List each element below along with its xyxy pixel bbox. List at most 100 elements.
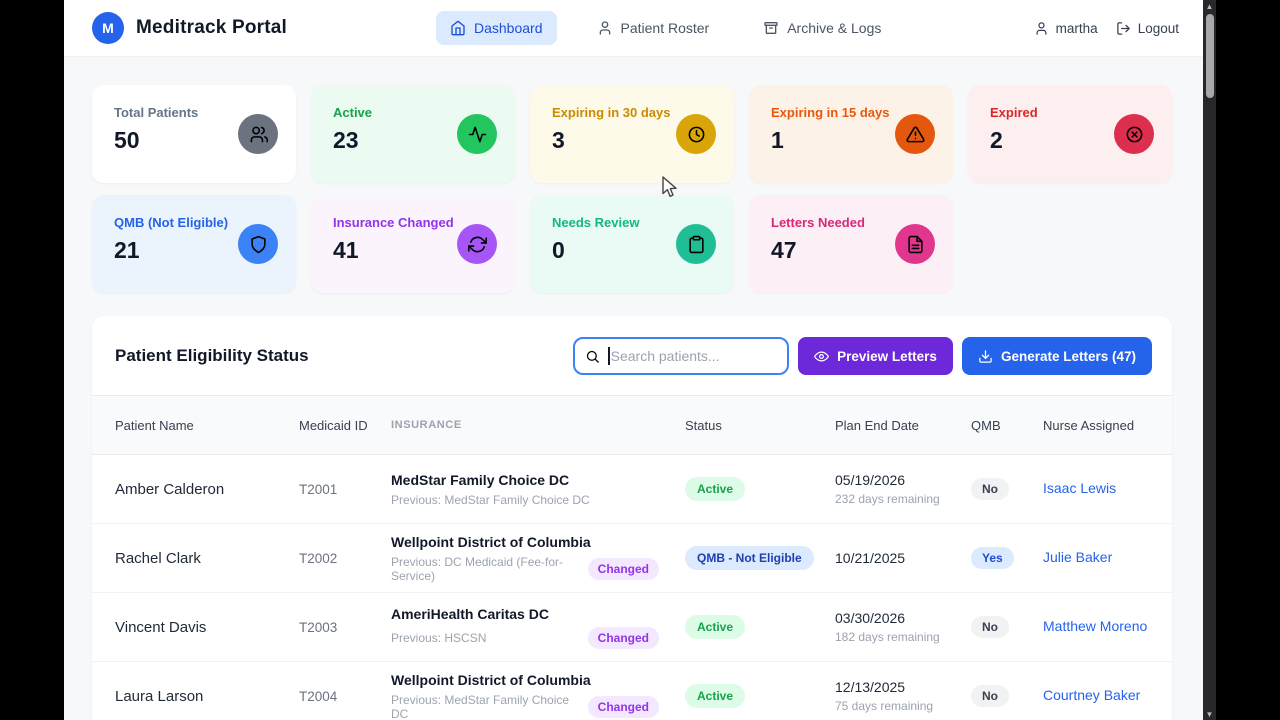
qmb-pill: No <box>971 478 1009 500</box>
nurse-link[interactable]: Isaac Lewis <box>1043 480 1116 496</box>
changed-badge: Changed <box>587 557 659 580</box>
stat-icon <box>906 125 925 144</box>
col-patient-name: Patient Name <box>115 417 194 433</box>
qmb-cell: No <box>971 616 1043 638</box>
stat-card: Letters Needed 47 <box>749 195 953 293</box>
preview-letters-button[interactable]: Preview Letters <box>798 337 953 375</box>
stat-icon <box>249 125 268 144</box>
search-input[interactable] <box>610 348 780 364</box>
scrollbar-down-arrow[interactable]: ▼ <box>1203 708 1216 720</box>
status-badge: Active <box>685 477 746 501</box>
search-box[interactable] <box>573 337 790 375</box>
status-badge: Active <box>685 615 746 639</box>
generate-letters-button[interactable]: Generate Letters (47) <box>961 337 1152 375</box>
app-window: M Meditrack Portal Dashboard Patient Ros… <box>64 0 1203 720</box>
stat-icon <box>468 235 487 254</box>
col-insurance: INSURANCE <box>391 419 462 431</box>
table-row[interactable]: Rachel Clark T2002 Wellpoint District of… <box>92 524 1172 593</box>
nurse-link[interactable]: Matthew Moreno <box>1043 618 1147 634</box>
scrollbar-up-arrow[interactable]: ▲ <box>1203 0 1216 12</box>
nav-item[interactable]: Dashboard <box>436 11 557 45</box>
scrollbar-thumb[interactable] <box>1205 14 1214 98</box>
col-status: Status <box>685 417 722 433</box>
eye-icon <box>814 349 829 364</box>
table-row[interactable]: Amber Calderon T2001 MedStar Family Choi… <box>92 455 1172 524</box>
status-cell: Active <box>685 684 835 708</box>
medicaid-id: T2003 <box>299 619 338 635</box>
medicaid-id: T2002 <box>299 550 338 566</box>
stat-icon-circle <box>238 224 278 264</box>
search-icon <box>585 349 600 364</box>
qmb-pill: Yes <box>971 547 1014 569</box>
patient-name: Amber Calderon <box>115 480 225 498</box>
plan-end-date-cell: 10/21/2025 <box>835 550 971 566</box>
stat-card: Needs Review 0 <box>530 195 734 293</box>
medicaid-id: T2001 <box>299 481 338 497</box>
qmb-cell: No <box>971 478 1043 500</box>
stat-icon-circle <box>457 224 497 264</box>
app-title: Meditrack Portal <box>136 17 288 38</box>
nurse-link[interactable]: Courtney Baker <box>1043 687 1140 703</box>
text-caret <box>608 347 610 365</box>
stat-icon-circle <box>457 114 497 154</box>
col-qmb: QMB <box>971 417 1001 433</box>
qmb-pill: No <box>971 616 1009 638</box>
stat-icon <box>249 235 268 254</box>
plan-end-date: 10/21/2025 <box>835 550 906 566</box>
stat-icon-circle <box>895 114 935 154</box>
stat-card: Expiring in 30 days 3 <box>530 85 734 183</box>
nav-item[interactable]: Archive & Logs <box>749 11 895 45</box>
plan-end-date-cell: 03/30/2026 182 days remaining <box>835 610 971 644</box>
stat-icon <box>687 235 706 254</box>
stat-icon-circle <box>1114 114 1154 154</box>
nurse-link[interactable]: Julie Baker <box>1043 549 1112 565</box>
stat-card: Expired 2 <box>968 85 1172 183</box>
changed-badge: Changed <box>587 695 659 718</box>
insurance-sub: Previous: MedStar Family Choice DC <box>391 493 659 507</box>
plan-end-date: 05/19/2026 <box>835 472 906 488</box>
logout-label: Logout <box>1137 20 1179 36</box>
plan-end-date: 03/30/2026 <box>835 610 906 626</box>
generate-letters-label: Generate Letters (47) <box>1000 348 1136 364</box>
patient-name: Rachel Clark <box>115 549 201 567</box>
table-row[interactable]: Laura Larson T2004 Wellpoint District of… <box>92 662 1172 720</box>
table-row[interactable]: Vincent Davis T2003 AmeriHealth Caritas … <box>92 593 1172 662</box>
insurance-cell: AmeriHealth Caritas DC Previous: HSCSN C… <box>391 606 685 649</box>
insurance-name: AmeriHealth Caritas DC <box>391 605 549 622</box>
nav-item-label: Archive & Logs <box>787 20 882 36</box>
stat-icon-circle <box>676 114 716 154</box>
stats-row-2: QMB (Not Eligible) 21 Insurance Changed … <box>92 195 1172 293</box>
nav-item[interactable]: Patient Roster <box>583 11 724 45</box>
section-header: Patient Eligibility Status Preview Lette… <box>92 316 1172 395</box>
status-cell: Active <box>685 477 835 501</box>
col-nurse-assigned: Nurse Assigned <box>1043 417 1135 433</box>
stat-card: Active 23 <box>311 85 515 183</box>
nav-icon <box>763 20 779 36</box>
changed-badge: Changed <box>587 626 659 649</box>
days-remaining: 75 days remaining <box>835 699 934 713</box>
user-menu[interactable]: martha <box>1034 21 1098 36</box>
previous-insurance: Previous: DC Medicaid (Fee-for-Service) <box>391 554 564 583</box>
main-content: Total Patients 50 Active 23 Expiring in … <box>64 57 1203 720</box>
stat-card: Insurance Changed 41 <box>311 195 515 293</box>
stat-icon-circle <box>676 224 716 264</box>
logout-button[interactable]: Logout <box>1116 21 1179 36</box>
nav-icon <box>597 20 613 36</box>
insurance-name: Wellpoint District of Columbia <box>391 671 591 688</box>
insurance-name: MedStar Family Choice DC <box>391 471 570 488</box>
vertical-scrollbar[interactable]: ▲ ▼ <box>1203 0 1216 720</box>
stat-icon <box>468 125 487 144</box>
col-plan-end-date: Plan End Date <box>835 417 919 433</box>
stat-card: QMB (Not Eligible) 21 <box>92 195 296 293</box>
stat-card: Total Patients 50 <box>92 85 296 183</box>
plan-end-date-cell: 12/13/2025 75 days remaining <box>835 679 971 713</box>
days-remaining: 232 days remaining <box>835 492 940 506</box>
table-body: Amber Calderon T2001 MedStar Family Choi… <box>92 455 1172 720</box>
download-icon <box>978 349 993 364</box>
stat-icon <box>1125 125 1144 144</box>
patient-eligibility-section: Patient Eligibility Status Preview Lette… <box>92 316 1172 720</box>
days-remaining: 182 days remaining <box>835 630 940 644</box>
section-controls: Preview Letters Generate Letters (47) <box>573 337 1152 375</box>
nav-icon <box>450 20 466 36</box>
nurse-cell: Julie Baker <box>1043 549 1172 567</box>
